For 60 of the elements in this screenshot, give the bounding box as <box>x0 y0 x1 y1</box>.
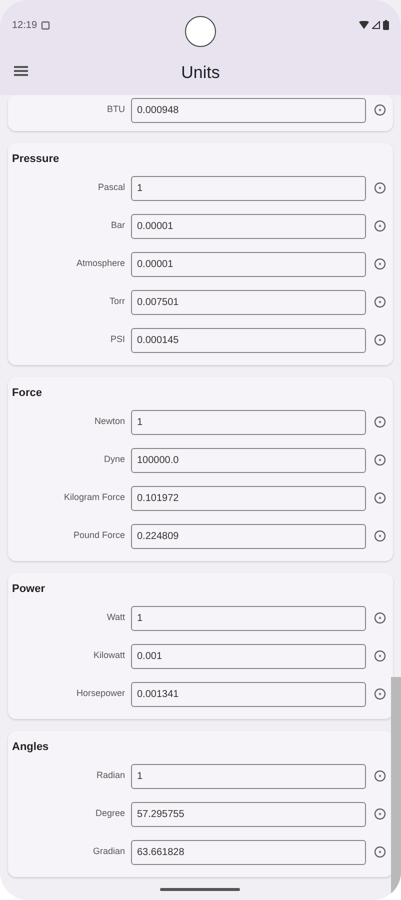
status-time: 12:19 <box>12 18 38 32</box>
info-icon[interactable] <box>374 104 386 116</box>
unit-label: Torr <box>110 295 125 308</box>
value-field[interactable]: 0.001341 <box>131 682 366 706</box>
unit-label: Horsepower <box>76 687 125 700</box>
info-icon[interactable] <box>374 182 386 194</box>
info-icon[interactable] <box>374 220 386 232</box>
unit-label: Pascal <box>98 181 125 194</box>
unit-label: Radian <box>96 769 125 782</box>
value-field[interactable]: 0.007501 <box>131 290 366 314</box>
section-title: Power <box>12 582 46 597</box>
notification-icon <box>41 20 50 30</box>
unit-label: Degree <box>95 807 125 820</box>
app-title: Units <box>181 62 220 82</box>
unit-label: Newton <box>94 415 125 428</box>
section-title: Pressure <box>12 152 60 167</box>
value-field[interactable]: 100000.0 <box>131 448 366 472</box>
info-icon[interactable] <box>374 530 386 542</box>
value-field[interactable]: 1 <box>131 764 366 788</box>
unit-label: Kilowatt <box>93 649 125 662</box>
info-icon[interactable] <box>374 688 386 700</box>
wifi-icon <box>359 21 369 29</box>
info-icon[interactable] <box>374 416 386 428</box>
info-icon[interactable] <box>374 296 386 308</box>
section-title: Force <box>12 386 42 401</box>
info-icon[interactable] <box>374 846 386 858</box>
info-icon[interactable] <box>374 612 386 624</box>
unit-label: Gradian <box>92 845 125 858</box>
camera-cutout <box>185 16 216 47</box>
info-icon[interactable] <box>374 454 386 466</box>
unit-label: Atmosphere <box>76 257 125 270</box>
value-field[interactable]: 0.00001 <box>131 214 366 238</box>
battery-icon <box>383 20 389 30</box>
value-field[interactable]: 0.001 <box>131 644 366 668</box>
info-icon[interactable] <box>374 808 386 820</box>
value-field[interactable]: 1 <box>131 176 366 200</box>
unit-label: Watt <box>106 611 125 624</box>
unit-label: PSI <box>110 333 125 346</box>
unit-label: BTU <box>107 103 125 116</box>
value-field[interactable]: 63.661828 <box>131 840 366 864</box>
info-icon[interactable] <box>374 650 386 662</box>
section-title: Angles <box>12 740 49 755</box>
value-field[interactable]: 0.00001 <box>131 252 366 276</box>
info-icon[interactable] <box>374 258 386 270</box>
value-field[interactable]: 1 <box>131 606 366 630</box>
value-field[interactable]: 0.000145 <box>131 328 366 352</box>
unit-label: Bar <box>110 219 125 232</box>
unit-label: Pound Force <box>73 529 125 542</box>
info-icon[interactable] <box>374 770 386 782</box>
value-field[interactable]: 1 <box>131 410 366 434</box>
info-icon[interactable] <box>374 492 386 504</box>
info-icon[interactable] <box>374 334 386 346</box>
menu-button[interactable] <box>14 65 28 77</box>
value-field[interactable]: 0.101972 <box>131 486 366 510</box>
signal-icon <box>372 21 380 29</box>
value-field[interactable]: 0.000948 <box>131 98 366 122</box>
value-field[interactable]: 57.295755 <box>131 802 366 826</box>
unit-label: Kilogram Force <box>64 491 125 504</box>
value-field[interactable]: 0.224809 <box>131 524 366 548</box>
unit-label: Dyne <box>104 453 125 466</box>
